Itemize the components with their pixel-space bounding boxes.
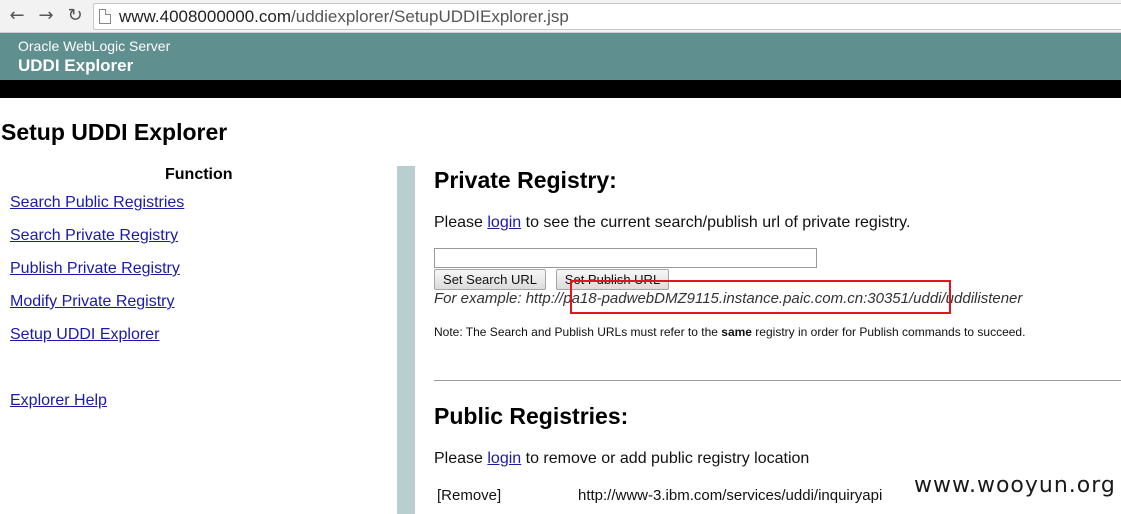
example-url-text: For example: http://pa18-padwebDMZ9115.i…: [434, 290, 1023, 307]
note-prefix: Note: The Search and Publish URLs must r…: [434, 325, 722, 339]
url-host: www.4008000000.com: [119, 7, 292, 26]
app-header: Oracle WebLogic Server UDDI Explorer: [0, 33, 1121, 80]
registry-url: http://www-3.ibm.com/services/uddi/inqui…: [578, 487, 883, 504]
sidebar-item-setup[interactable]: Setup UDDI Explorer: [10, 325, 159, 345]
note-bold: same: [721, 325, 752, 339]
set-publish-url-button[interactable]: Set Publish URL: [556, 269, 669, 290]
watermark: www.wooyun.org: [914, 473, 1116, 498]
back-arrow-icon[interactable]: ←: [6, 5, 28, 27]
url-text[interactable]: www.4008000000.com/uddiexplorer/SetupUDD…: [119, 7, 569, 27]
public-login-link[interactable]: login: [487, 450, 521, 467]
public-text-before: Please: [434, 450, 488, 467]
column-divider: [397, 166, 415, 514]
sidebar-item-search-private[interactable]: Search Private Registry: [10, 226, 178, 246]
section-divider: [434, 380, 1121, 381]
private-text-before: Please: [434, 214, 488, 231]
private-login-link[interactable]: login: [487, 214, 521, 231]
sidebar-item-search-public[interactable]: Search Public Registries: [10, 193, 184, 213]
reload-icon[interactable]: ↻: [64, 5, 86, 27]
sidebar-item-publish-private[interactable]: Publish Private Registry: [10, 259, 180, 279]
forward-arrow-icon[interactable]: →: [35, 5, 57, 27]
function-heading: Function: [165, 166, 233, 183]
public-registries-heading: Public Registries:: [434, 403, 629, 429]
browser-toolbar: ← → ↻ www.4008000000.com/uddiexplorer/Se…: [0, 0, 1121, 33]
remove-registry-button[interactable]: [Remove]: [437, 487, 501, 505]
private-registry-instructions: Please login to see the current search/p…: [434, 213, 910, 233]
sidebar-item-help[interactable]: Explorer Help: [10, 391, 107, 411]
app-title: UDDI Explorer: [18, 56, 134, 75]
note-suffix: registry in order for Publish commands t…: [751, 325, 1026, 339]
private-registry-heading: Private Registry:: [434, 167, 617, 193]
public-text-after: to remove or add public registry locatio…: [521, 450, 810, 467]
app-subtitle: Oracle WebLogic Server: [18, 38, 171, 54]
url-path: /uddiexplorer/SetupUDDIExplorer.jsp: [291, 7, 569, 26]
private-text-after: to see the current search/publish url of…: [521, 214, 911, 231]
page-icon: [99, 9, 111, 24]
page-title: Setup UDDI Explorer: [1, 119, 228, 145]
public-registries-instructions: Please login to remove or add public reg…: [434, 449, 809, 469]
address-bar[interactable]: www.4008000000.com/uddiexplorer/SetupUDD…: [93, 3, 1121, 30]
sidebar-item-modify-private[interactable]: Modify Private Registry: [10, 292, 175, 312]
registry-url-input[interactable]: [434, 248, 817, 268]
set-search-url-button[interactable]: Set Search URL: [434, 269, 546, 290]
note-text: Note: The Search and Publish URLs must r…: [434, 324, 1025, 340]
header-divider: [0, 80, 1121, 98]
